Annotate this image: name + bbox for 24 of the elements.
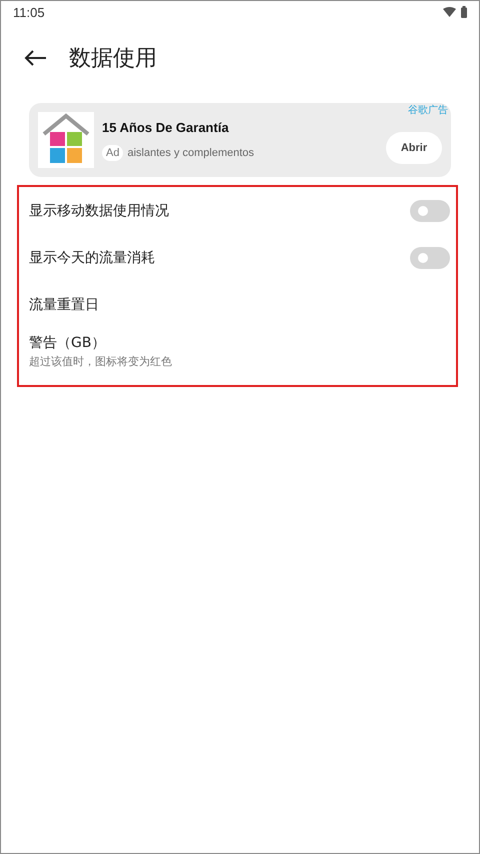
puzzle-house-icon — [38, 112, 94, 168]
back-arrow-icon — [23, 49, 47, 67]
open-button[interactable]: Abrir — [386, 132, 442, 164]
setting-label: 警告（GB） — [29, 334, 106, 352]
toggle-switch[interactable] — [410, 246, 450, 268]
settings-item[interactable]: 警告（GB） 超过该值时，图标将变为红色 — [29, 328, 450, 375]
settings-item[interactable]: 流量重置日 — [29, 281, 450, 328]
setting-label: 显示今天的流量消耗 — [29, 248, 155, 266]
ad-description: aislantes y complementos — [127, 146, 254, 158]
settings-item[interactable]: 显示移动数据使用情况 — [29, 187, 450, 234]
ad-attribution: 谷歌广告 — [408, 104, 448, 117]
page-title: 数据使用 — [69, 45, 157, 73]
back-button[interactable] — [23, 49, 47, 67]
toggle-switch[interactable] — [410, 200, 450, 222]
setting-description: 超过该值时，图标将变为红色 — [29, 354, 172, 369]
battery-icon — [461, 6, 467, 18]
settings-item[interactable]: 显示今天的流量消耗 — [29, 234, 450, 281]
ad-title: 15 Años De Garantía — [102, 120, 230, 134]
ad-card[interactable]: 谷歌广告 15 Años De Garantía Ad aislantes y complementos Abrir — [29, 103, 451, 177]
setting-label: 流量重置日 — [29, 296, 99, 314]
setting-label: 显示移动数据使用情况 — [29, 202, 169, 220]
ad-badge: Ad — [102, 144, 124, 160]
status-time: 11:05 — [13, 4, 45, 20]
wifi-icon — [443, 7, 456, 17]
